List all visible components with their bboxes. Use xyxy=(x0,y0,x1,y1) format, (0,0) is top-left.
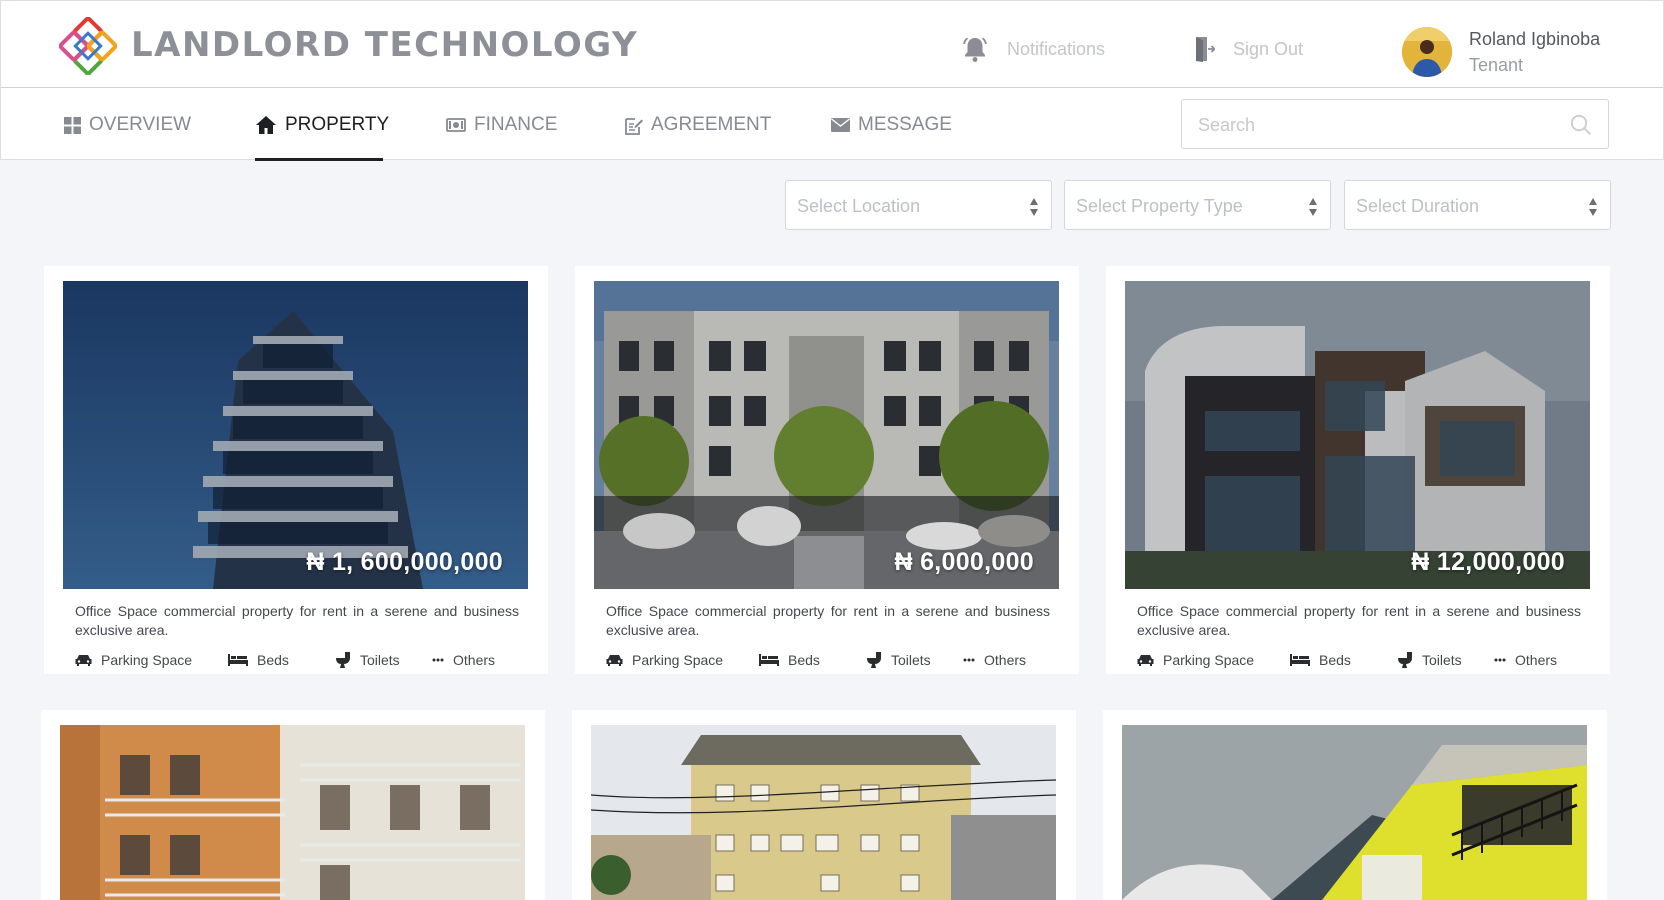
property-features: Parking Space Beds Toilets Others xyxy=(75,650,515,670)
signout-icon xyxy=(1196,37,1215,62)
property-photo[interactable] xyxy=(60,725,525,900)
feature-label: Others xyxy=(453,652,496,668)
bed-icon xyxy=(228,654,248,666)
search-icon[interactable] xyxy=(1570,114,1592,136)
property-type-select[interactable]: Select Property Type xyxy=(1064,180,1331,230)
signout-label: Sign Out xyxy=(1233,39,1304,59)
feature-others: Others xyxy=(1494,650,1557,670)
user-name: Roland Igbinoba xyxy=(1469,29,1601,49)
feature-label: Others xyxy=(1515,652,1558,668)
duration-select-label: Select Duration xyxy=(1356,196,1480,216)
car-icon xyxy=(75,655,92,666)
property-card[interactable]: ₦ 1, 600,000,000 Office Space commercial… xyxy=(44,266,548,674)
feature-label: Toilets xyxy=(1422,652,1462,668)
property-description: Office Space commercial property for ren… xyxy=(75,603,519,638)
property-photo[interactable]: ₦ 6,000,000 xyxy=(594,281,1059,589)
brand-name: LANDLORD TECHNOLOGY xyxy=(131,25,639,65)
feature-others: Others xyxy=(963,650,1026,670)
property-photo[interactable]: ₦ 12,000,000 xyxy=(1125,281,1590,589)
property-card[interactable]: ₦ 12,000,000 Office Space commercial pro… xyxy=(1106,266,1610,674)
main-nav: OVERVIEW PROPERTY FINANCE AGREEMENT MESS… xyxy=(0,88,1664,161)
search-input[interactable] xyxy=(1198,112,1558,138)
feature-label: Toilets xyxy=(360,652,400,668)
sort-arrows-icon xyxy=(1030,198,1038,216)
car-icon xyxy=(1137,655,1154,666)
bed-icon xyxy=(759,654,779,666)
brand-logo-icon xyxy=(59,17,117,75)
location-select[interactable]: Select Location xyxy=(785,180,1052,230)
user-photo xyxy=(1402,27,1452,77)
bell-icon xyxy=(963,37,987,62)
feature-label: Others xyxy=(984,652,1027,668)
more-dots-icon xyxy=(1494,658,1506,662)
grid-icon xyxy=(64,116,81,134)
toilet-icon xyxy=(336,652,350,668)
property-card[interactable] xyxy=(572,710,1076,900)
property-features: Parking Space Beds Toilets Others xyxy=(1137,650,1577,670)
feature-label: Beds xyxy=(1319,652,1351,668)
more-dots-icon xyxy=(432,658,444,662)
sort-arrows-icon xyxy=(1309,198,1317,216)
property-photo[interactable] xyxy=(1122,725,1587,900)
user-role: Tenant xyxy=(1469,55,1524,75)
tab-message-label: MESSAGE xyxy=(858,114,952,135)
property-description: Office Space commercial property for ren… xyxy=(606,603,1050,638)
tab-property-label: PROPERTY xyxy=(285,114,390,135)
property-photo[interactable] xyxy=(591,725,1056,900)
more-dots-icon xyxy=(963,658,975,662)
edit-document-icon xyxy=(625,117,643,135)
feature-label: Beds xyxy=(257,652,289,668)
tab-property[interactable]: PROPERTY xyxy=(255,112,389,138)
property-description: Office Space commercial property for ren… xyxy=(1137,603,1581,638)
notifications-button[interactable]: Notifications xyxy=(961,35,1105,63)
envelope-icon xyxy=(831,118,850,132)
feature-others: Others xyxy=(432,650,495,670)
property-price: ₦ 6,000,000 xyxy=(894,548,1034,576)
car-icon xyxy=(606,655,623,666)
feature-label: Beds xyxy=(788,652,820,668)
signout-button[interactable]: Sign Out xyxy=(1193,35,1303,63)
location-select-label: Select Location xyxy=(797,196,921,216)
tab-agreement[interactable]: AGREEMENT xyxy=(624,112,771,138)
tab-agreement-label: AGREEMENT xyxy=(651,114,772,135)
avatar[interactable] xyxy=(1402,27,1452,77)
feature-label: Parking Space xyxy=(632,652,724,668)
feature-toilets: Toilets xyxy=(1397,650,1462,670)
feature-label: Parking Space xyxy=(1163,652,1255,668)
property-price: ₦ 12,000,000 xyxy=(1411,548,1565,576)
sort-arrows-icon xyxy=(1589,198,1597,216)
property-photo[interactable]: ₦ 1, 600,000,000 xyxy=(63,281,528,589)
top-header: LANDLORD TECHNOLOGY Notifications Sign O… xyxy=(0,0,1664,88)
property-price: ₦ 1, 600,000,000 xyxy=(306,548,503,576)
toilet-icon xyxy=(867,652,881,668)
tab-finance[interactable]: FINANCE xyxy=(446,112,557,138)
bed-icon xyxy=(1290,654,1310,666)
feature-beds: Beds xyxy=(1290,650,1351,670)
feature-parking: Parking Space xyxy=(1137,650,1254,670)
property-card[interactable]: ₦ 6,000,000 Office Space commercial prop… xyxy=(575,266,1079,674)
notifications-label: Notifications xyxy=(1007,39,1106,59)
home-icon xyxy=(256,116,276,134)
feature-label: Toilets xyxy=(891,652,931,668)
feature-toilets: Toilets xyxy=(866,650,931,670)
feature-parking: Parking Space xyxy=(606,650,723,670)
tab-message[interactable]: MESSAGE xyxy=(831,112,952,138)
tab-overview[interactable]: OVERVIEW xyxy=(64,112,191,138)
feature-label: Parking Space xyxy=(101,652,193,668)
feature-beds: Beds xyxy=(228,650,289,670)
search-box xyxy=(1181,99,1609,149)
tab-finance-label: FINANCE xyxy=(474,114,558,135)
active-tab-indicator xyxy=(255,158,383,161)
property-card[interactable] xyxy=(1103,710,1607,900)
property-features: Parking Space Beds Toilets Others xyxy=(606,650,1046,670)
feature-beds: Beds xyxy=(759,650,820,670)
feature-parking: Parking Space xyxy=(75,650,192,670)
property-type-select-label: Select Property Type xyxy=(1076,196,1243,216)
money-icon xyxy=(446,118,466,132)
duration-select[interactable]: Select Duration xyxy=(1344,180,1611,230)
property-card[interactable] xyxy=(41,710,545,900)
feature-toilets: Toilets xyxy=(335,650,400,670)
toilet-icon xyxy=(1398,652,1412,668)
tab-overview-label: OVERVIEW xyxy=(89,114,192,135)
